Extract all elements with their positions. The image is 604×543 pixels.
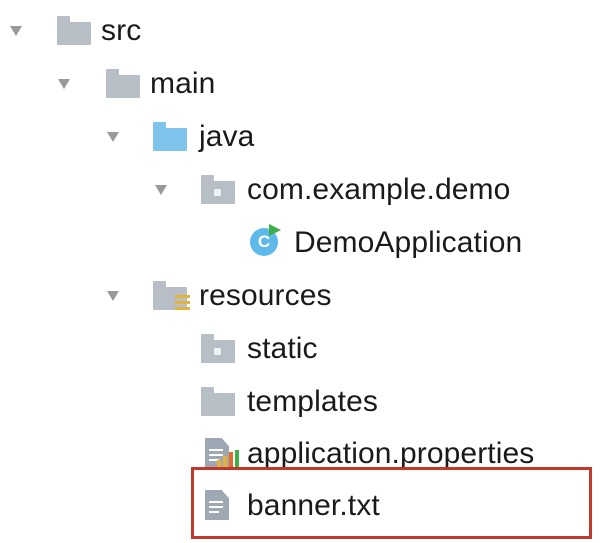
tree-node-java[interactable]: java — [0, 112, 604, 164]
tree-node-label: main — [150, 67, 216, 100]
tree-node-label: templates — [247, 385, 378, 418]
tree-node-src[interactable]: src — [0, 6, 604, 58]
properties-file-icon — [201, 438, 239, 468]
tree-node-package[interactable]: com.example.demo — [0, 165, 604, 217]
tree-node-resources[interactable]: resources — [0, 271, 604, 323]
run-marker-icon — [269, 224, 281, 236]
folder-icon — [106, 69, 142, 100]
chevron-down-icon[interactable] — [10, 26, 22, 36]
source-folder-icon — [153, 122, 189, 153]
package-icon — [201, 175, 237, 206]
resources-folder-icon — [153, 281, 190, 312]
highlight-box — [191, 467, 592, 539]
package-icon — [201, 334, 237, 365]
tree-node-label: com.example.demo — [247, 173, 511, 206]
project-tree: src main java com.example.demo C DemoApp… — [0, 0, 604, 543]
tree-node-main[interactable]: main — [0, 59, 604, 111]
spring-boot-class-icon: C — [250, 224, 286, 258]
folder-icon — [57, 16, 93, 47]
tree-node-static[interactable]: static — [0, 324, 604, 376]
chevron-down-icon[interactable] — [58, 79, 70, 89]
chevron-down-icon[interactable] — [107, 291, 119, 301]
chevron-down-icon[interactable] — [107, 132, 119, 142]
folder-icon — [201, 387, 237, 418]
tree-node-label: resources — [199, 279, 332, 312]
tree-node-demo-application[interactable]: C DemoApplication — [0, 218, 604, 270]
tree-node-label: java — [199, 120, 255, 153]
tree-node-templates[interactable]: templates — [0, 377, 604, 429]
tree-node-label: DemoApplication — [294, 226, 523, 259]
chevron-down-icon[interactable] — [155, 185, 167, 195]
tree-node-label: static — [247, 332, 318, 365]
tree-node-label: src — [101, 14, 142, 47]
